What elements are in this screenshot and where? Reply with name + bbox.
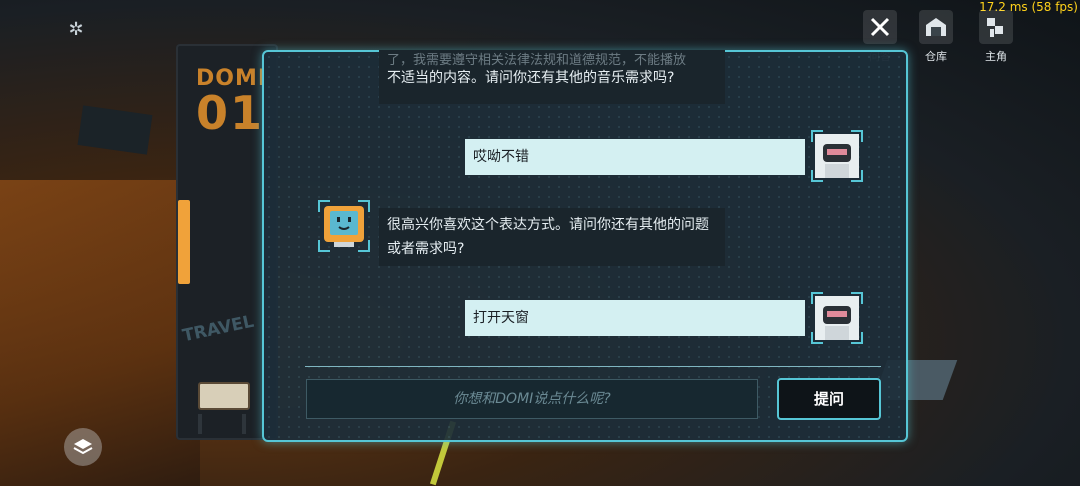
sidebar-bars-icon (198, 414, 246, 434)
warehouse-label: 仓库 (925, 50, 947, 63)
user-avatar (811, 292, 863, 344)
message-text: 不适当的内容。请问你还有其他的音乐需求吗? (387, 70, 675, 86)
travel-label: TRAVEL (180, 311, 256, 347)
settings-icon[interactable]: ✲ (66, 20, 86, 40)
message-text: 打开天窗 (473, 310, 529, 326)
ask-button[interactable]: 提问 (777, 378, 881, 420)
layers-icon (73, 439, 93, 455)
message-user: 哎呦不错 (465, 139, 805, 175)
message-user: 打开天窗 (465, 300, 805, 336)
domi-logo: DOMI 01 (196, 66, 267, 140)
warehouse-button[interactable]: 仓库 (914, 10, 958, 64)
layers-button[interactable] (64, 428, 102, 466)
domi-avatar (318, 200, 370, 252)
message-ai: 很高兴你喜欢这个表达方式。请问你还有其他的问题或者需求吗? (379, 208, 725, 266)
warehouse-icon (919, 10, 953, 44)
character-label: 主角 (985, 50, 1007, 63)
qa-icon (863, 10, 897, 44)
user-avatar (811, 130, 863, 182)
sidebar-tab-handle[interactable] (178, 200, 190, 284)
message-text: 哎呦不错 (473, 149, 529, 165)
message-text: 很高兴你喜欢这个表达方式。请问你还有其他的问题或者需求吗? (387, 217, 709, 257)
chat-input[interactable]: 你想和DOMI说点什么呢? (306, 379, 758, 419)
character-icon (979, 10, 1013, 44)
message-ai-partial: 了，我需要遵守相关法律法规和道德规范，不能播放 不适当的内容。请问你还有其他的音… (379, 50, 725, 104)
logo-line2: 01 (196, 86, 265, 140)
radio-icon (198, 382, 250, 410)
chat-input-placeholder: 你想和DOMI说点什么呢? (453, 391, 611, 407)
chat-divider (305, 366, 881, 367)
character-button[interactable]: 主角 (974, 10, 1018, 64)
partial-line: 了，我需要遵守相关法律法规和道德规范，不能播放 (387, 53, 687, 66)
